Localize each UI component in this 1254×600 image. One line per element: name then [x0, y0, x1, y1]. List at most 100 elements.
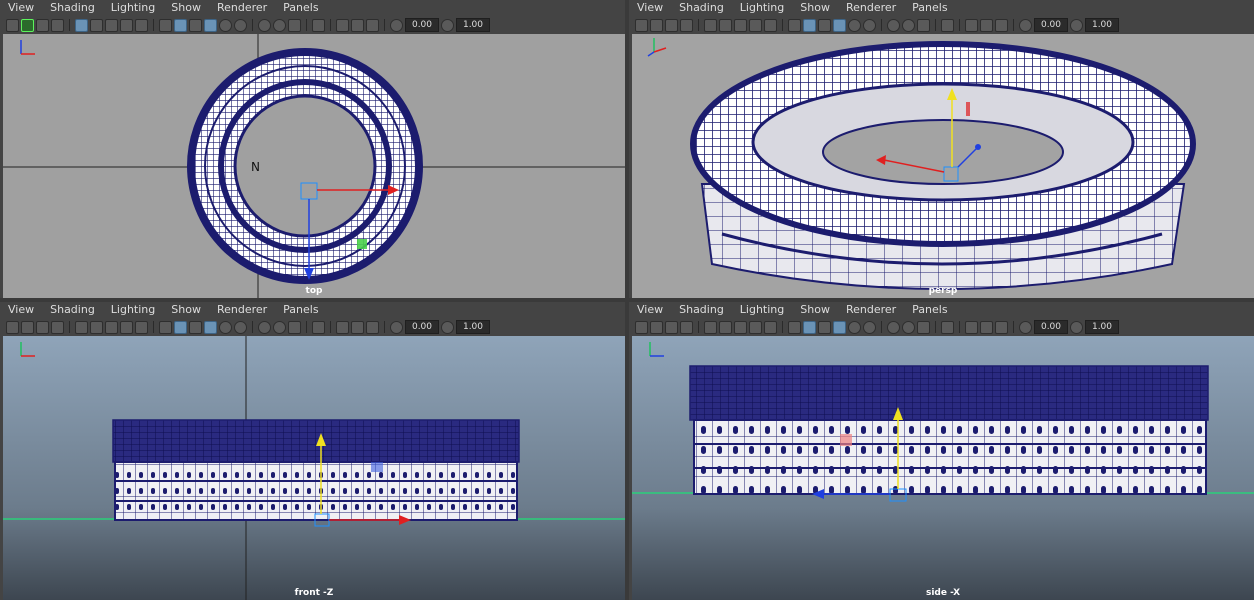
menu-show[interactable]: Show [792, 0, 838, 16]
bookmark-icon[interactable] [665, 320, 678, 334]
film-gate-icon[interactable] [719, 18, 732, 32]
camera-lock-icon[interactable] [21, 18, 34, 32]
exposure-icon[interactable] [1019, 320, 1032, 334]
menu-shading[interactable]: Shading [671, 302, 732, 318]
gate-mask-icon[interactable] [120, 18, 133, 32]
lights-icon[interactable] [219, 18, 232, 32]
exposure-field[interactable]: 0.00 [405, 18, 439, 32]
gamma-icon[interactable] [441, 320, 454, 334]
field-chart-icon[interactable] [135, 18, 148, 32]
wireframe-icon[interactable] [159, 18, 172, 32]
textured-icon[interactable] [189, 18, 202, 32]
textured-icon[interactable] [818, 320, 831, 334]
xray-components-icon[interactable] [366, 320, 379, 334]
wireframe-icon[interactable] [788, 320, 801, 334]
grid-icon[interactable] [704, 320, 717, 334]
smooth-shade-icon[interactable] [803, 18, 816, 32]
xray-icon[interactable] [965, 18, 978, 32]
menu-renderer[interactable]: Renderer [209, 302, 275, 318]
ambient-occlusion-icon[interactable] [887, 320, 900, 334]
ambient-occlusion-icon[interactable] [258, 18, 271, 32]
xray-icon[interactable] [965, 320, 978, 334]
motion-blur-icon[interactable] [273, 18, 286, 32]
menu-panels[interactable]: Panels [904, 0, 955, 16]
camera-select-icon[interactable] [6, 18, 19, 32]
menu-lighting[interactable]: Lighting [732, 302, 792, 318]
gamma-field[interactable]: 1.00 [1085, 320, 1119, 334]
viewport-panel-top[interactable]: View Shading Lighting Show Renderer Pane… [0, 0, 625, 298]
viewport-canvas[interactable]: N top [3, 34, 625, 298]
menu-renderer[interactable]: Renderer [838, 302, 904, 318]
camera-lock-icon[interactable] [650, 320, 663, 334]
lights-icon[interactable] [219, 320, 232, 334]
gamma-icon[interactable] [1070, 18, 1083, 32]
exposure-field[interactable]: 0.00 [1034, 320, 1068, 334]
grid-icon[interactable] [704, 18, 717, 32]
bookmark-icon[interactable] [665, 18, 678, 32]
shadows-icon[interactable] [234, 320, 247, 334]
xray-joints-icon[interactable] [351, 320, 364, 334]
grid-icon[interactable] [75, 18, 88, 32]
motion-blur-icon[interactable] [273, 320, 286, 334]
viewport-canvas[interactable]: side -X [632, 336, 1254, 600]
menu-shading[interactable]: Shading [671, 0, 732, 16]
anti-aliasing-icon[interactable] [917, 320, 930, 334]
textured-icon[interactable] [189, 320, 202, 334]
menu-view[interactable]: View [629, 0, 671, 16]
shadows-icon[interactable] [863, 18, 876, 32]
menu-lighting[interactable]: Lighting [103, 0, 163, 16]
gamma-field[interactable]: 1.00 [456, 320, 490, 334]
xray-joints-icon[interactable] [351, 18, 364, 32]
exposure-icon[interactable] [1019, 18, 1032, 32]
menu-shading[interactable]: Shading [42, 0, 103, 16]
xray-components-icon[interactable] [995, 18, 1008, 32]
camera-select-icon[interactable] [6, 320, 19, 334]
shadows-icon[interactable] [234, 18, 247, 32]
viewport-panel-persp[interactable]: View Shading Lighting Show Renderer Pane… [629, 0, 1254, 298]
menu-view[interactable]: View [0, 0, 42, 16]
viewport-canvas[interactable]: front -Z [3, 336, 625, 600]
menu-lighting[interactable]: Lighting [103, 302, 163, 318]
wireframe-icon[interactable] [159, 320, 172, 334]
field-chart-icon[interactable] [764, 320, 777, 334]
image-plane-icon[interactable] [51, 320, 64, 334]
xray-joints-icon[interactable] [980, 18, 993, 32]
lights-icon[interactable] [848, 18, 861, 32]
image-plane-icon[interactable] [680, 320, 693, 334]
isolate-select-icon[interactable] [941, 320, 954, 334]
wireframe-on-shaded-icon[interactable] [833, 320, 846, 334]
gate-mask-icon[interactable] [749, 18, 762, 32]
camera-select-icon[interactable] [635, 18, 648, 32]
resolution-gate-icon[interactable] [105, 18, 118, 32]
camera-select-icon[interactable] [635, 320, 648, 334]
camera-lock-icon[interactable] [650, 18, 663, 32]
gamma-field[interactable]: 1.00 [1085, 18, 1119, 32]
wireframe-on-shaded-icon[interactable] [204, 320, 217, 334]
film-gate-icon[interactable] [90, 320, 103, 334]
menu-panels[interactable]: Panels [275, 302, 326, 318]
menu-panels[interactable]: Panels [904, 302, 955, 318]
shadows-icon[interactable] [863, 320, 876, 334]
menu-show[interactable]: Show [163, 302, 209, 318]
menu-renderer[interactable]: Renderer [838, 0, 904, 16]
anti-aliasing-icon[interactable] [288, 18, 301, 32]
gate-mask-icon[interactable] [120, 320, 133, 334]
menu-panels[interactable]: Panels [275, 0, 326, 16]
grid-icon[interactable] [75, 320, 88, 334]
camera-lock-icon[interactable] [21, 320, 34, 334]
wireframe-icon[interactable] [788, 18, 801, 32]
menu-show[interactable]: Show [792, 302, 838, 318]
smooth-shade-icon[interactable] [174, 320, 187, 334]
isolate-select-icon[interactable] [312, 18, 325, 32]
field-chart-icon[interactable] [135, 320, 148, 334]
anti-aliasing-icon[interactable] [917, 18, 930, 32]
menu-lighting[interactable]: Lighting [732, 0, 792, 16]
menu-shading[interactable]: Shading [42, 302, 103, 318]
viewport-panel-side[interactable]: View Shading Lighting Show Renderer Pane… [629, 302, 1254, 600]
menu-view[interactable]: View [0, 302, 42, 318]
xray-components-icon[interactable] [995, 320, 1008, 334]
resolution-gate-icon[interactable] [105, 320, 118, 334]
textured-icon[interactable] [818, 18, 831, 32]
ambient-occlusion-icon[interactable] [887, 18, 900, 32]
exposure-field[interactable]: 0.00 [405, 320, 439, 334]
